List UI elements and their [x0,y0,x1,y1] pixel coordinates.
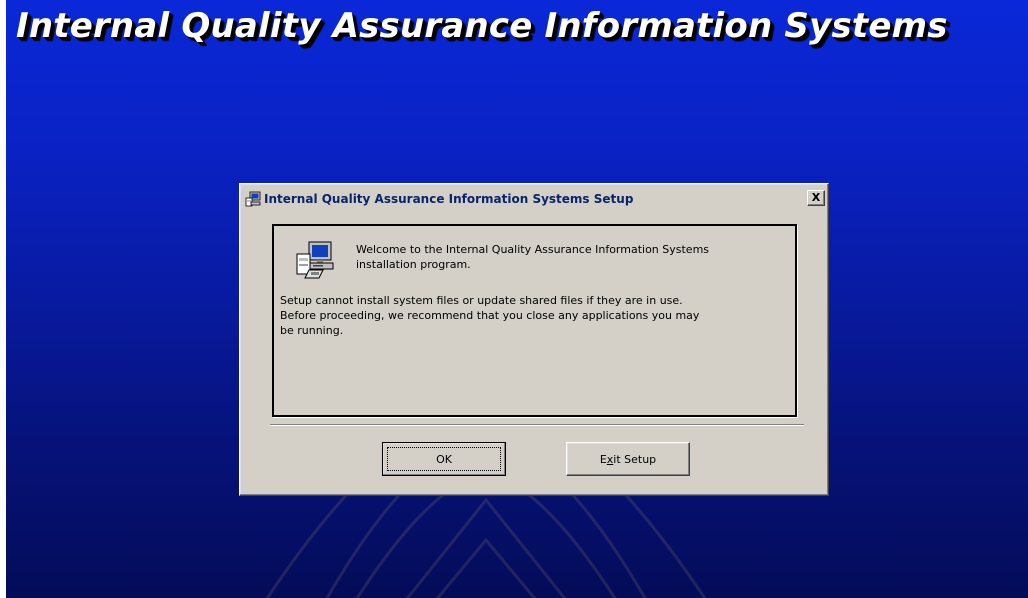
welcome-line: installation program. [356,258,471,271]
warning-text: Setup cannot install system files or upd… [280,293,780,338]
setup-computer-icon [245,191,261,206]
ok-button[interactable]: OK [382,442,506,476]
dialog-titlebar[interactable]: Internal Quality Assurance Information S… [243,187,825,210]
close-icon: X [811,191,821,204]
banner-title: Internal Quality Assurance Information S… [16,6,948,46]
warning-line: Setup cannot install system files or upd… [280,294,683,307]
dialog-title: Internal Quality Assurance Information S… [264,191,634,206]
message-frame: Welcome to the Internal Quality Assuranc… [272,224,797,417]
focus-rectangle [387,447,501,471]
setup-dialog: Internal Quality Assurance Information S… [239,183,829,496]
welcome-text: Welcome to the Internal Quality Assuranc… [356,242,786,272]
separator [270,424,804,426]
welcome-line: Welcome to the Internal Quality Assuranc… [356,243,710,256]
warning-line: Before proceeding, we recommend that you… [280,309,700,322]
exit-setup-label: Exit Setup [599,452,657,466]
close-button[interactable]: X [807,190,825,206]
warning-line: be running. [280,324,344,337]
setup-computer-icon [296,241,334,279]
exit-setup-button[interactable]: Exit Setup [566,442,690,476]
desktop-background: Internal Quality Assurance Information S… [6,0,1028,598]
